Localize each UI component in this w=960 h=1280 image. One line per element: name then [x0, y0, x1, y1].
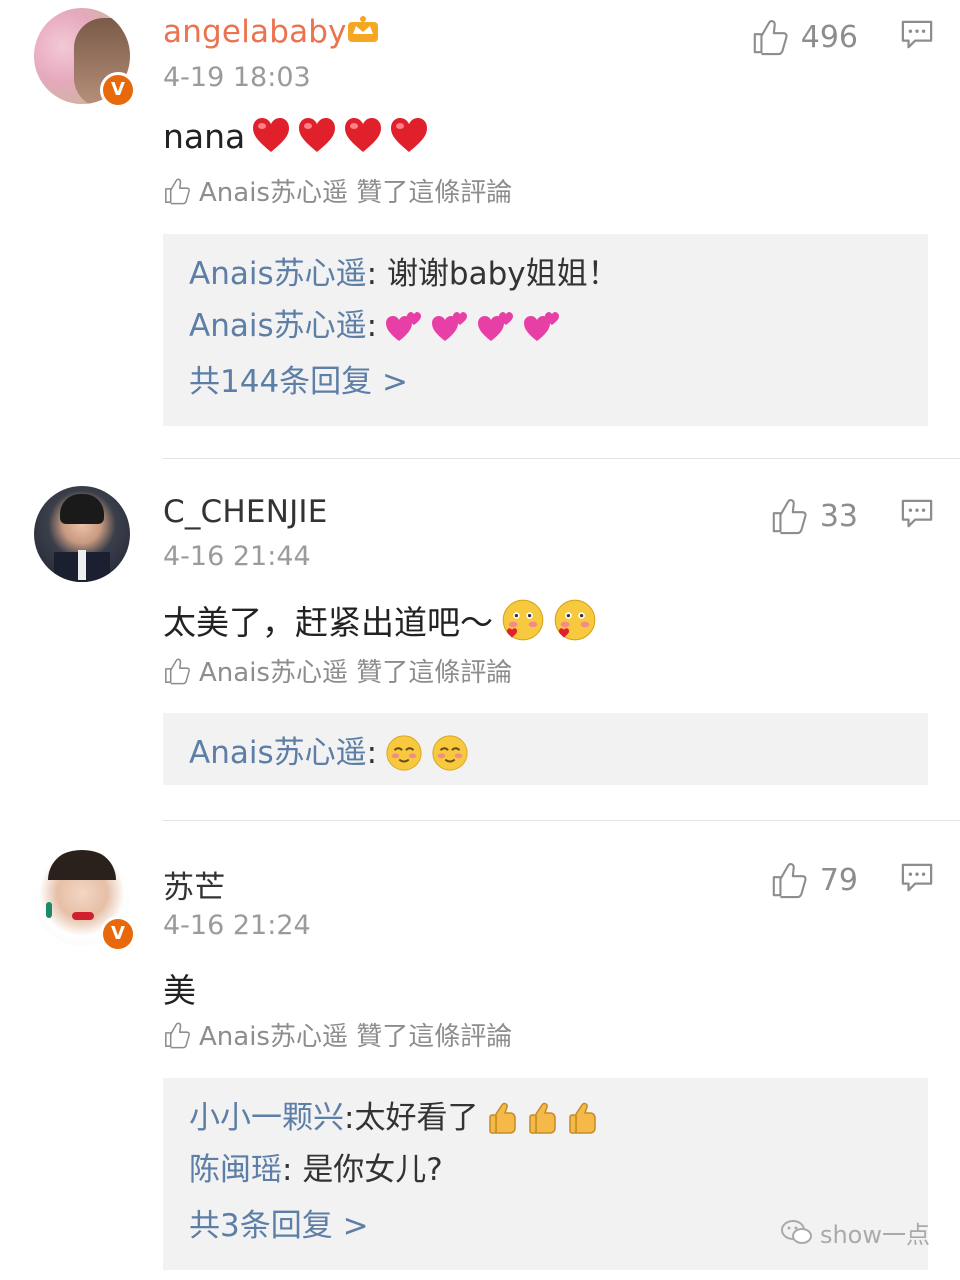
verified-badge: V: [100, 72, 136, 108]
comment-username[interactable]: angelababy: [163, 14, 347, 50]
avatar[interactable]: [34, 486, 130, 582]
thumbs-up-emoji-icon: [488, 1101, 518, 1135]
reply-box[interactable]: Anais苏心遥:: [163, 713, 928, 785]
like-button[interactable]: 496: [751, 18, 858, 56]
reply-author[interactable]: Anais苏心遥: [189, 727, 367, 779]
divider: [163, 458, 960, 459]
author-liked-text: Anais苏心遥 贊了這條評論: [199, 1022, 513, 1052]
reply-line: 小小一颗兴: 太好看了: [189, 1092, 902, 1144]
comment-username[interactable]: 苏芒: [163, 862, 225, 907]
watermark-text: show一点: [819, 1221, 930, 1249]
shy-face-emoji-icon: [553, 598, 597, 642]
like-count: 33: [819, 498, 858, 534]
comment-text: 太美了，赶紧出道吧～: [163, 596, 597, 644]
like-count: 496: [800, 19, 858, 55]
wechat-icon: [780, 1219, 812, 1244]
like-button[interactable]: 79: [770, 861, 858, 899]
reply-author[interactable]: 陈闽瑶: [189, 1152, 282, 1188]
reply-button[interactable]: [900, 862, 934, 898]
thumb-up-icon: [751, 18, 789, 56]
reply-line: 陈闽瑶: 是你女儿?: [189, 1152, 443, 1188]
thumbs-up-emoji-icon: [568, 1101, 598, 1135]
author-liked-line: Anais苏心遥 贊了這條評論: [163, 652, 512, 689]
comment-text: 美: [163, 971, 196, 1010]
pink-hearts-emoji-icon: [477, 309, 515, 343]
watermark: show一点: [780, 1215, 930, 1250]
thumb-up-icon: [163, 657, 191, 685]
heart-emoji-icon: [343, 116, 383, 156]
thumb-up-icon: [770, 861, 808, 899]
shy-face-emoji-icon: [501, 598, 545, 642]
reply-text: 太好看了: [354, 1100, 479, 1136]
comment-actions: 33: [770, 497, 934, 535]
thumb-up-icon: [163, 177, 191, 205]
reply-author[interactable]: Anais苏心遥: [189, 256, 367, 292]
comment-text-content: nana: [163, 116, 246, 156]
verified-badge: V: [100, 916, 136, 952]
author-liked-text: Anais苏心遥 贊了這條評論: [199, 178, 513, 208]
reply-line: Anais苏心遥:: [189, 300, 902, 352]
author-liked-line: Anais苏心遥 贊了這條評論: [163, 172, 512, 209]
pink-hearts-emoji-icon: [385, 309, 423, 343]
comment-actions: 79: [770, 861, 934, 899]
more-replies-link[interactable]: 共144条回复 >: [189, 352, 902, 412]
comment-time: 4-19 18:03: [163, 62, 311, 93]
reply-line: Anais苏心遥:: [189, 727, 902, 779]
heart-emoji-icon: [297, 116, 337, 156]
comment-icon: [900, 498, 934, 530]
heart-emoji-icon: [251, 116, 291, 156]
reply-line: Anais苏心遥: 谢谢baby姐姐！: [189, 256, 619, 292]
reply-text: 是你女儿?: [302, 1152, 443, 1188]
reply-text: 谢谢baby姐姐！: [386, 256, 619, 292]
like-button[interactable]: 33: [770, 497, 858, 535]
comment-icon: [900, 19, 934, 51]
comment-time: 4-16 21:44: [163, 541, 311, 572]
reply-button[interactable]: [900, 19, 934, 55]
blush-face-emoji-icon: [431, 734, 469, 772]
reply-author[interactable]: 小小一颗兴: [189, 1092, 344, 1144]
pink-hearts-emoji-icon: [523, 309, 561, 343]
comment-time: 4-16 21:24: [163, 910, 311, 941]
reply-author[interactable]: Anais苏心遥: [189, 300, 367, 352]
pink-hearts-emoji-icon: [431, 309, 469, 343]
divider: [163, 820, 960, 821]
comment-icon: [900, 862, 934, 894]
comment-username[interactable]: C_CHENJIE: [163, 494, 328, 530]
reply-box[interactable]: Anais苏心遥: 谢谢baby姐姐！ Anais苏心遥: 共144条回复 >: [163, 234, 928, 426]
thumb-up-icon: [163, 1021, 191, 1049]
author-liked-text: Anais苏心遥 贊了這條評論: [199, 658, 513, 688]
vip-crown-icon: [346, 14, 380, 44]
thumb-up-icon: [770, 497, 808, 535]
like-count: 79: [819, 862, 858, 898]
comment-text-content: 太美了，赶紧出道吧～: [163, 603, 493, 642]
thumbs-up-emoji-icon: [528, 1101, 558, 1135]
comment-actions: 496: [751, 18, 934, 56]
author-liked-line: Anais苏心遥 贊了這條評論: [163, 1016, 512, 1053]
reply-button[interactable]: [900, 498, 934, 534]
comment-text: nana: [163, 116, 429, 156]
heart-emoji-icon: [389, 116, 429, 156]
blush-face-emoji-icon: [385, 734, 423, 772]
